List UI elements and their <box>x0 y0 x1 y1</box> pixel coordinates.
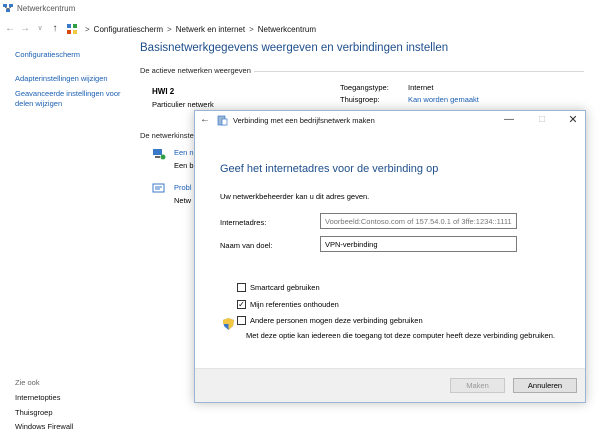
address-bar: ← → ∨ ↑ > Configuratiescherm > Netwerk e… <box>0 20 600 38</box>
sidebar-home-link[interactable]: Configuratiescherm <box>15 50 80 60</box>
forward-arrow-icon[interactable]: → <box>19 22 31 36</box>
recent-dropdown-icon[interactable]: ∨ <box>34 22 46 36</box>
window-title: Netwerkcentrum <box>17 3 76 13</box>
new-connection-icon <box>153 149 166 160</box>
remember-credentials-checkbox-label: Mijn referenties onthouden <box>250 300 339 309</box>
remember-credentials-checkbox-row[interactable]: ✓ Mijn referenties onthouden <box>237 300 339 309</box>
network-type: Particulier netwerk <box>152 100 214 109</box>
smartcard-checkbox-label: Smartcard gebruiken <box>250 283 320 292</box>
network-center-icon <box>3 3 13 12</box>
see-also-homegroup[interactable]: Thuisgroep <box>15 408 53 417</box>
maximize-icon: □ <box>538 114 546 125</box>
dialog-title: Verbinding met een bedrijfsnetwerk maken <box>233 116 375 125</box>
new-connection-link[interactable]: Een n <box>174 148 194 157</box>
see-also-heading: Zie ook <box>15 378 40 387</box>
allow-others-checkbox-row[interactable]: Andere personen mogen deze verbinding ge… <box>237 316 423 325</box>
smartcard-checkbox[interactable] <box>237 283 246 292</box>
dialog-heading: Geef het internetadres voor de verbindin… <box>220 163 439 175</box>
new-connection-desc: Een b <box>174 161 194 170</box>
dialog-footer: Maken Annuleren <box>195 368 585 402</box>
smartcard-checkbox-row[interactable]: Smartcard gebruiken <box>237 283 320 292</box>
dialog-intro: Uw netwerkbeheerder kan u dit adres geve… <box>220 192 370 201</box>
homegroup-label: Thuisgroep: <box>340 95 380 104</box>
minimize-icon[interactable]: — <box>501 113 517 127</box>
internet-address-input[interactable] <box>320 213 517 229</box>
cancel-button[interactable]: Annuleren <box>513 378 577 393</box>
access-type-label: Toegangstype: <box>340 83 389 92</box>
dialog-back-arrow-icon[interactable]: ← <box>200 114 210 125</box>
troubleshoot-desc: Netw <box>174 196 192 205</box>
breadcrumb-netwerkcentrum[interactable]: Netwerkcentrum <box>258 25 316 34</box>
remember-credentials-checkbox[interactable]: ✓ <box>237 300 246 309</box>
breadcrumb-separator: > <box>167 24 172 34</box>
homegroup-link[interactable]: Kan worden gemaakt <box>408 95 479 104</box>
access-type-value: Internet <box>408 83 434 92</box>
page-title: Basisnetwerkgegevens weergeven en verbin… <box>140 42 449 54</box>
breadcrumb-separator: > <box>85 24 90 34</box>
see-also-internet-options[interactable]: Internetopties <box>15 393 60 402</box>
internet-address-label: Internetadres: <box>220 218 267 227</box>
window-titlebar: Netwerkcentrum <box>0 0 600 16</box>
change-settings-label: De netwerkinste <box>140 131 194 140</box>
section-divider <box>254 71 584 72</box>
dialog-titlebar: ← Verbinding met een bedrijfsnetwerk mak… <box>195 111 585 131</box>
active-networks-label: De actieve netwerken weergeven <box>140 66 251 75</box>
breadcrumb-separator: > <box>249 24 254 34</box>
uac-shield-icon <box>223 318 234 330</box>
close-icon[interactable]: ✕ <box>565 113 581 127</box>
control-panel-icon <box>67 24 77 34</box>
create-button[interactable]: Maken <box>450 378 505 393</box>
sidebar-advanced-sharing-link[interactable]: Geavanceerde instellingen voor delen wij… <box>15 89 135 109</box>
allow-others-note: Met deze optie kan iedereen die toegang … <box>246 331 555 340</box>
workplace-connection-icon <box>217 115 228 126</box>
breadcrumb-netwerk-en-internet[interactable]: Netwerk en internet <box>176 25 245 34</box>
destination-name-input[interactable] <box>320 236 517 252</box>
troubleshoot-icon <box>152 183 165 193</box>
network-name: HWI 2 <box>152 87 175 96</box>
vpn-connection-dialog: ← Verbinding met een bedrijfsnetwerk mak… <box>194 110 586 403</box>
destination-name-label: Naam van doel: <box>220 241 273 250</box>
allow-others-checkbox[interactable] <box>237 316 246 325</box>
breadcrumb-configuratiescherm[interactable]: Configuratiescherm <box>94 25 163 34</box>
allow-others-checkbox-label: Andere personen mogen deze verbinding ge… <box>250 316 423 325</box>
see-also-windows-firewall[interactable]: Windows Firewall <box>15 422 73 431</box>
troubleshoot-link[interactable]: Probl <box>174 183 192 192</box>
up-arrow-icon[interactable]: ↑ <box>49 22 61 36</box>
back-arrow-icon[interactable]: ← <box>4 22 16 36</box>
sidebar-adapter-settings-link[interactable]: Adapterinstellingen wijzigen <box>15 74 108 84</box>
